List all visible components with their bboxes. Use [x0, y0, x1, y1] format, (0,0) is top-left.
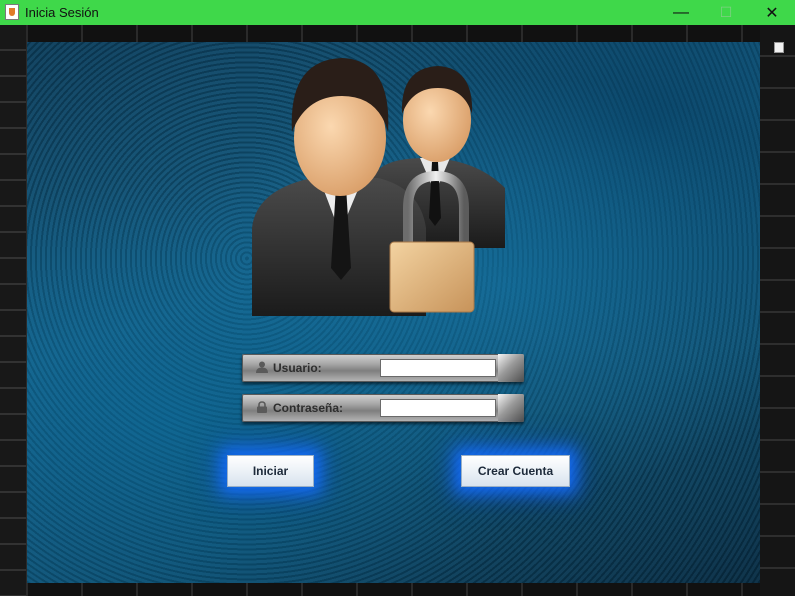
minimize-button[interactable]: —: [658, 0, 704, 25]
username-input[interactable]: [380, 359, 496, 377]
password-row: Contraseña:: [242, 394, 524, 422]
close-button[interactable]: ✕: [749, 0, 795, 25]
login-button[interactable]: Iniciar: [227, 455, 314, 487]
password-input[interactable]: [380, 399, 496, 417]
maximize-button[interactable]: ☐: [703, 0, 749, 25]
window-title: Inicia Sesión: [25, 5, 99, 20]
left-frame-pattern: [0, 25, 26, 596]
user-icon: [256, 361, 268, 373]
right-frame-pattern: [760, 25, 795, 596]
username-label: Usuario:: [273, 361, 322, 375]
window-titlebar[interactable]: Inicia Sesión — ☐ ✕: [0, 0, 795, 25]
lock-icon: [257, 401, 267, 413]
create-account-button[interactable]: Crear Cuenta: [461, 455, 570, 487]
users-padlock-illustration: [252, 58, 505, 316]
password-label: Contraseña:: [273, 401, 344, 415]
java-app-icon: [5, 4, 19, 20]
username-row: Usuario:: [242, 354, 524, 382]
small-window-marker: [774, 42, 784, 53]
